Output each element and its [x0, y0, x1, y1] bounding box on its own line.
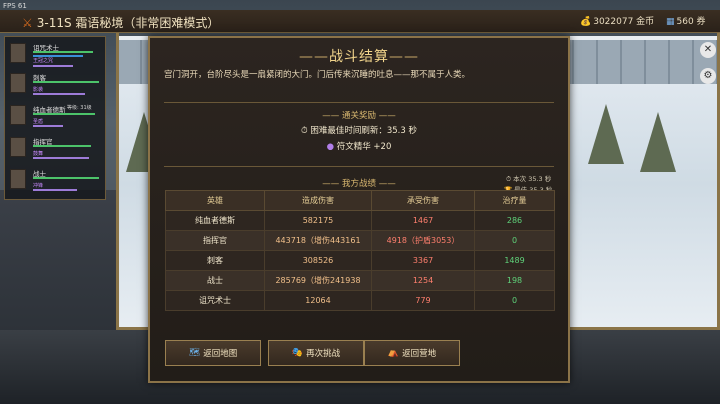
- damage-dealt-cell: 12064: [264, 290, 372, 311]
- damage-dealt-cell: 443718（增伤443161: [264, 230, 372, 251]
- healing-cell: 0: [474, 230, 555, 251]
- battle-result-panel: ——战斗结算—— 宫门洞开，台阶尽头是一扇紧闭的大门。门后传来沉睡的吐息——那不…: [148, 36, 570, 383]
- hero-portrait-icon: [10, 73, 26, 93]
- stats-header-text: 我方战绩: [341, 179, 376, 189]
- hero-name-cell: 战士: [165, 270, 265, 291]
- stage-title-text: 3-11S 霜语秘境（非常困难模式）: [36, 16, 220, 30]
- column-header: 承受伤害: [371, 190, 475, 211]
- battle-stats-table: 英雄 造成伤害 承受伤害 治疗量 纯血者德斯 582175 1467 286 指…: [165, 190, 555, 311]
- member-skill: 影袭: [33, 87, 44, 93]
- damage-taken-cell: 3367: [371, 250, 475, 271]
- coin-bag-icon: 💰: [580, 17, 592, 27]
- skill-bar: [33, 157, 89, 159]
- table-row: 指挥官 443718（增伤443161 4918（护盾3053） 0: [165, 230, 555, 251]
- result-title: ——战斗结算——: [150, 46, 568, 66]
- team-member[interactable]: 诅咒术士 王冠之咒: [7, 39, 103, 69]
- fps-counter: FPS 61: [3, 2, 27, 10]
- settings-icon[interactable]: ⚙: [700, 68, 716, 84]
- title-divider: ——: [299, 49, 329, 65]
- damage-dealt-cell: 308526: [264, 250, 372, 271]
- rewards-header-text: 通关奖励: [341, 111, 376, 121]
- damage-dealt-cell: 582175: [264, 210, 372, 231]
- retry-button[interactable]: 🎭 再次挑战: [268, 340, 364, 366]
- member-skill: 圣盾: [33, 119, 44, 125]
- result-title-text: 战斗结算: [329, 49, 389, 65]
- skill-bar: [33, 189, 77, 191]
- this-time-label: ⏱ 本次 35.3 秒: [506, 173, 551, 184]
- return-map-button[interactable]: 🗺 返回地图: [165, 340, 261, 366]
- hero-portrait-icon: [10, 43, 26, 63]
- health-bar: [33, 81, 99, 83]
- gold-counter: 💰 3022077 金币: [580, 14, 654, 27]
- table-row: 纯血者德斯 582175 1467 286: [165, 210, 555, 231]
- healing-cell: 286: [474, 210, 555, 231]
- return-camp-label: 返回营地: [402, 349, 437, 359]
- hero-portrait-icon: [10, 105, 26, 125]
- damage-taken-cell: 1254: [371, 270, 475, 291]
- table-header-row: 英雄 造成伤害 承受伤害 治疗量: [165, 190, 555, 211]
- team-member[interactable]: 刺客 影袭: [7, 69, 103, 99]
- tent-icon: ⛺: [387, 348, 400, 358]
- result-description: 宫门洞开，台阶尽头是一扇紧闭的大门。门后传来沉睡的吐息——那不属于人类。: [164, 70, 471, 80]
- healing-cell: 0: [474, 290, 555, 311]
- stage-title: ⚔ 3-11S 霜语秘境（非常困难模式）: [22, 14, 219, 31]
- rewards-header: —— 通关奖励 ——: [322, 111, 396, 121]
- damage-taken-cell: 1467: [371, 210, 475, 231]
- health-bar: [33, 145, 91, 147]
- member-skill: 冲锋: [33, 183, 44, 189]
- hero-portrait-icon: [10, 169, 26, 189]
- skill-bar: [33, 125, 63, 127]
- damage-dealt-cell: 285769（增伤241938: [264, 270, 372, 291]
- best-time-line: ⏱ 困难最佳时间刷新：35.3 秒: [150, 124, 568, 136]
- title-divider: ——: [389, 49, 419, 65]
- rune-reward-text: 符文精华 +20: [336, 142, 392, 152]
- skill-bar: [33, 93, 85, 95]
- team-member[interactable]: 战士 冲锋: [7, 165, 103, 195]
- table-row: 刺客 308526 3367 1489: [165, 250, 555, 271]
- ticket-counter: ▦ 560 券: [666, 14, 706, 27]
- divider: [164, 166, 554, 167]
- column-header: 英雄: [165, 190, 265, 211]
- table-row: 诅咒术士 12064 779 0: [165, 290, 555, 311]
- hero-portrait-icon: [10, 137, 26, 157]
- hero-name-cell: 诅咒术士: [165, 290, 265, 311]
- hero-name-cell: 纯血者德斯: [165, 210, 265, 231]
- skill-bar: [33, 65, 73, 67]
- masks-icon: 🎭: [291, 348, 304, 358]
- gold-amount: 3022077 金币: [593, 17, 655, 27]
- team-panel: 诅咒术士 王冠之咒 刺客 影袭 纯血者德斯 等级: 31级 圣盾 指挥官 鼓舞 …: [4, 36, 106, 200]
- damage-taken-cell: 779: [371, 290, 475, 311]
- member-level: 等级: 31级: [67, 105, 92, 111]
- member-skill: 鼓舞: [33, 151, 44, 157]
- clock-icon: ⏱: [506, 175, 512, 183]
- team-member[interactable]: 指挥官 鼓舞: [7, 133, 103, 163]
- health-bar: [33, 177, 99, 179]
- divider: [164, 102, 554, 103]
- rune-gem-icon: ●: [326, 142, 335, 152]
- ticket-amount: 560 券: [676, 17, 706, 27]
- clock-icon: ⏱: [301, 126, 308, 136]
- health-bar: [33, 113, 95, 115]
- healing-cell: 1489: [474, 250, 555, 271]
- column-header: 造成伤害: [264, 190, 372, 211]
- return-map-label: 返回地图: [203, 349, 238, 359]
- healing-cell: 198: [474, 270, 555, 291]
- this-time-text: 本次 35.3 秒: [513, 175, 552, 183]
- retry-label: 再次挑战: [306, 349, 341, 359]
- map-icon: 🗺: [188, 348, 201, 358]
- return-camp-button[interactable]: ⛺ 返回营地: [364, 340, 460, 366]
- hero-name-cell: 指挥官: [165, 230, 265, 251]
- health-bar: [33, 51, 93, 53]
- close-icon[interactable]: ✕: [700, 42, 716, 58]
- member-skill: 王冠之咒: [33, 58, 54, 64]
- team-member[interactable]: 纯血者德斯 等级: 31级 圣盾: [7, 101, 103, 131]
- table-row: 战士 285769（增伤241938 1254 198: [165, 270, 555, 291]
- ticket-icon: ▦: [666, 17, 675, 27]
- rune-reward-line: ● 符文精华 +20: [150, 140, 568, 152]
- damage-taken-cell: 4918（护盾3053）: [371, 230, 475, 251]
- best-time-text: 困难最佳时间刷新：35.3 秒: [310, 126, 417, 136]
- hero-name-cell: 刺客: [165, 250, 265, 271]
- column-header: 治疗量: [474, 190, 555, 211]
- crossed-swords-icon: ⚔: [22, 16, 33, 30]
